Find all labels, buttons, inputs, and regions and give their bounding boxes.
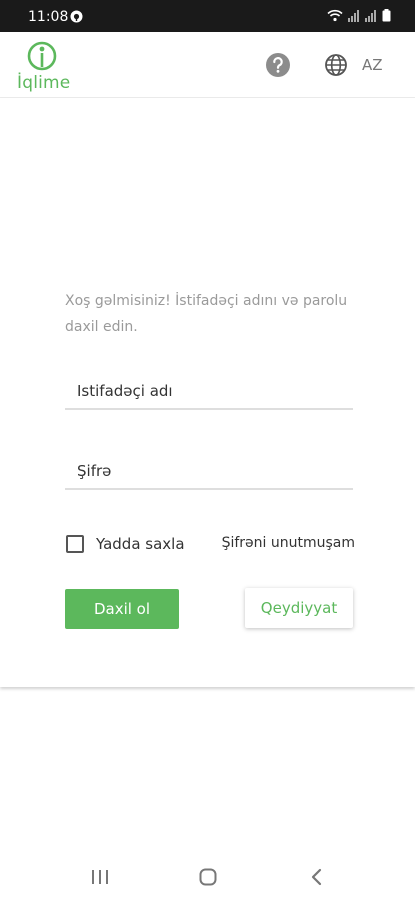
app-header: İqlime AZ (0, 32, 415, 98)
remember-row: Yadda saxla Şifrəni unutmuşam (65, 532, 355, 556)
status-bar: 11:08 (0, 0, 415, 32)
system-nav-bar (0, 852, 415, 900)
register-button[interactable]: Qeydiyyat (245, 588, 353, 628)
recent-apps-icon[interactable] (91, 869, 109, 890)
password-field[interactable] (65, 454, 353, 490)
login-screen: 11:08 İqlime AZ Xoş gəlmisiniz! İstifadə… (0, 0, 415, 900)
username-field[interactable] (65, 374, 353, 410)
login-button[interactable]: Daxil ol (65, 589, 179, 629)
forgot-password-link[interactable]: Şifrəni unutmuşam (222, 535, 355, 551)
password-input[interactable] (77, 462, 347, 480)
app-logo-text: İqlime (17, 73, 71, 93)
username-input[interactable] (77, 382, 347, 400)
signal-icon (365, 9, 377, 22)
app-notification-icon (70, 10, 83, 23)
signal-icon (348, 9, 360, 22)
iqlime-logo-icon (24, 38, 60, 74)
status-icons (327, 9, 391, 22)
welcome-message: Xoş gəlmisiniz! İstifadəçi adını və paro… (65, 293, 348, 335)
language-selector[interactable]: AZ (362, 56, 383, 74)
help-icon[interactable] (264, 51, 292, 79)
login-card: Xoş gəlmisiniz! İstifadəçi adını və paro… (0, 98, 415, 687)
back-icon[interactable] (310, 868, 324, 891)
home-icon[interactable] (199, 868, 217, 891)
status-time: 11:08 (28, 9, 69, 25)
globe-icon[interactable] (322, 51, 350, 79)
battery-icon (382, 9, 391, 22)
wifi-icon (327, 9, 343, 22)
remember-checkbox[interactable] (66, 535, 84, 553)
remember-label[interactable]: Yadda saxla (96, 535, 185, 553)
